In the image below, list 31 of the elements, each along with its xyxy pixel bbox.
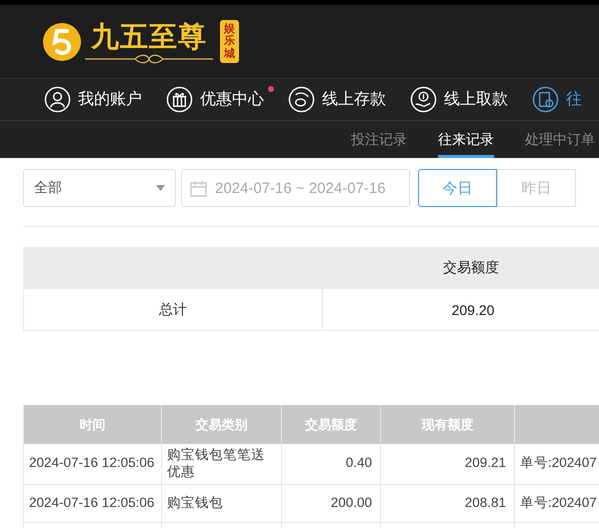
table-cell: 单号:202407 bbox=[514, 444, 599, 485]
nav-item[interactable]: 线上存款 bbox=[288, 86, 386, 113]
nav-item[interactable]: 优惠中心 bbox=[166, 86, 264, 113]
type-select[interactable]: 全部 bbox=[23, 169, 176, 207]
user-icon bbox=[44, 86, 71, 113]
nav-item[interactable]: 我的账户 bbox=[44, 86, 142, 113]
record-tab[interactable]: 处理中订单 bbox=[525, 121, 595, 158]
gift-icon bbox=[166, 86, 193, 113]
table-cell: 2024-07-16 12:05:06 bbox=[23, 444, 161, 485]
table-cell: 208.81 bbox=[380, 484, 514, 523]
nav-item[interactable]: 往 bbox=[532, 86, 582, 113]
table-cell: 购宝钱包笔笔送优惠 bbox=[161, 444, 281, 485]
logo-badge: 娱乐城 bbox=[220, 20, 239, 63]
caret-icon bbox=[156, 185, 165, 191]
column-header: 交易额度 bbox=[442, 258, 500, 277]
table-cell: 2024-07-16 12:05:06 bbox=[23, 484, 161, 523]
logo-title: 九五至尊 bbox=[91, 20, 207, 54]
clipboard-clock-icon bbox=[532, 86, 559, 113]
table-cell: 单号:202407 bbox=[514, 484, 599, 523]
logo-icon bbox=[42, 22, 82, 62]
table-cell: 209.20 bbox=[322, 289, 599, 331]
table-cell: 0.40 bbox=[281, 444, 380, 485]
table-cell: 购宝钱包 bbox=[161, 484, 281, 523]
ornament-icon bbox=[85, 54, 213, 64]
calendar-icon bbox=[190, 180, 207, 196]
nav-item[interactable]: 线上取款 bbox=[410, 86, 508, 113]
table-cell: 200.00 bbox=[281, 484, 380, 523]
table-cell: 209.21 bbox=[380, 444, 514, 485]
table-cell: 总计 bbox=[23, 289, 322, 331]
record-tab[interactable]: 投注记录 bbox=[351, 121, 407, 158]
record-tab[interactable]: 往来记录 bbox=[438, 121, 494, 158]
